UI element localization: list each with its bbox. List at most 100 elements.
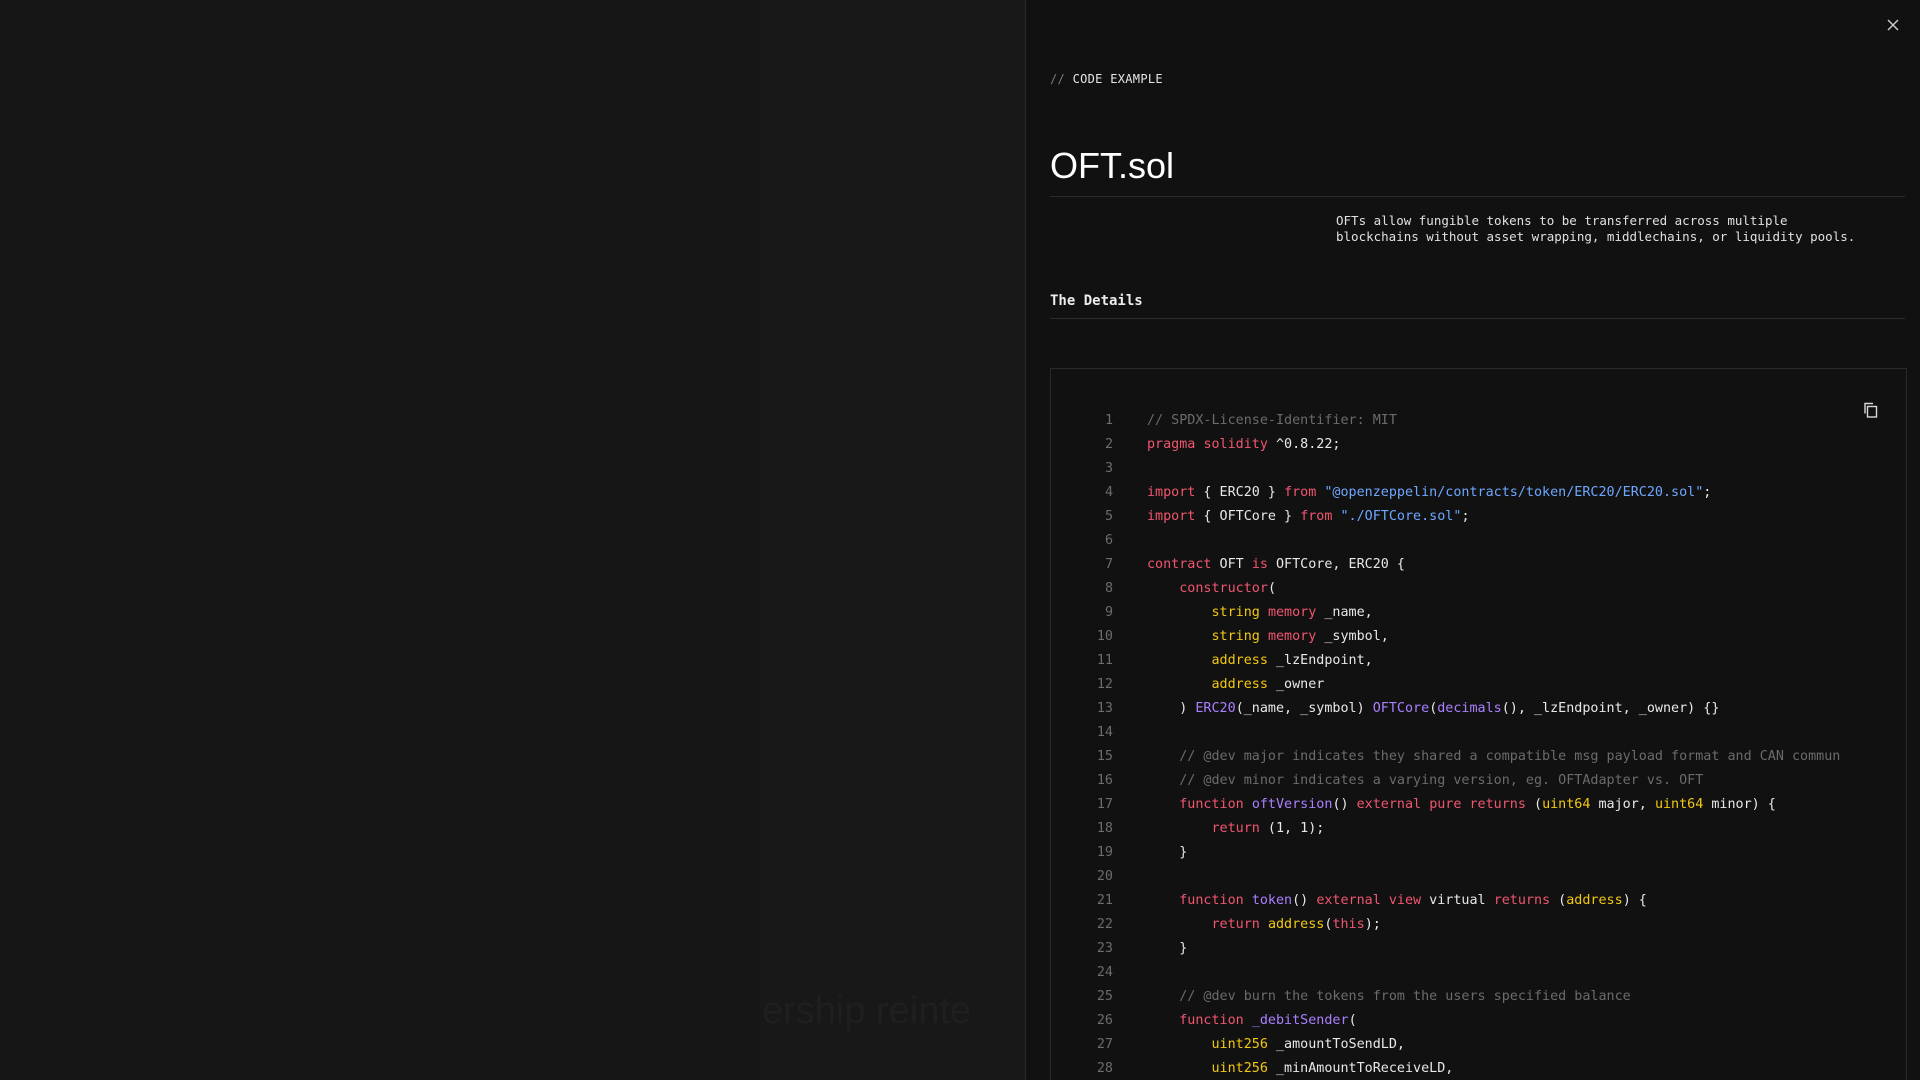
- line-source: // @dev major indicates they shared a co…: [1113, 745, 1840, 769]
- line-source: import { ERC20 } from "@openzeppelin/con…: [1113, 481, 1711, 505]
- line-number: 27: [1096, 1037, 1113, 1052]
- code-token: import: [1147, 509, 1196, 524]
- line-number: 2: [1104, 437, 1113, 452]
- line-source: string memory _symbol,: [1113, 625, 1389, 649]
- code-block[interactable]: 1 // SPDX-License-Identifier: MIT 2 pragma …: [1050, 368, 1907, 1080]
- code-token: contract: [1147, 557, 1212, 572]
- code-token: return: [1211, 917, 1260, 932]
- eyebrow-label: CODE EXAMPLE: [1072, 72, 1163, 86]
- line-number: 13: [1096, 701, 1113, 716]
- code-token: "./OFTCore.sol": [1340, 509, 1462, 524]
- code-token: (_name, _symbol): [1235, 701, 1373, 716]
- code-token: (), _lzEndpoint, _owner) {}: [1501, 701, 1720, 716]
- close-button[interactable]: [1882, 14, 1904, 36]
- line-number: 16: [1096, 773, 1113, 788]
- section-eyebrow: // CODE EXAMPLE: [1050, 72, 1163, 86]
- line-number: 8: [1104, 581, 1113, 596]
- code-token: ): [1147, 701, 1196, 716]
- code-token: memory: [1267, 605, 1317, 620]
- line-source: address _lzEndpoint,: [1113, 649, 1373, 673]
- line-source: // @dev minor indicates a varying versio…: [1113, 769, 1703, 793]
- code-token: minor) {: [1703, 797, 1776, 812]
- line-number: 24: [1096, 965, 1113, 980]
- line-source: return address(this);: [1113, 913, 1381, 937]
- line-source: import { OFTCore } from "./OFTCore.sol";: [1113, 505, 1470, 529]
- code-token: _lzEndpoint,: [1267, 653, 1373, 668]
- details-heading: The Details: [1050, 293, 1143, 309]
- line-number: 15: [1096, 749, 1113, 764]
- code-token: { OFTCore }: [1195, 509, 1301, 524]
- code-line: 13 ) ERC20(_name, _symbol) OFTCore(decim…: [1051, 697, 1891, 721]
- code-line: 17 function oftVersion() external pure r…: [1051, 793, 1891, 817]
- code-token: view: [1388, 893, 1422, 908]
- code-token: // SPDX-License-Identifier: MIT: [1147, 413, 1397, 428]
- code-token: (1, 1);: [1259, 821, 1325, 836]
- code-token: external: [1316, 893, 1381, 908]
- code-token: // @dev minor indicates a varying versio…: [1179, 773, 1704, 788]
- code-token: OFTCore: [1372, 701, 1430, 716]
- close-icon: [1887, 19, 1899, 31]
- code-line: 4 import { ERC20 } from "@openzeppelin/co…: [1051, 481, 1891, 505]
- code-token: (: [1550, 893, 1567, 908]
- code-token: constructor: [1179, 581, 1268, 596]
- code-token: function: [1179, 893, 1244, 908]
- code-line: 3: [1051, 457, 1891, 481]
- code-token: uint256: [1211, 1037, 1268, 1052]
- code-token: from: [1300, 509, 1333, 524]
- code-token: pure: [1429, 797, 1462, 812]
- code-token: ;: [1703, 485, 1712, 500]
- line-number: 4: [1104, 485, 1113, 500]
- line-number: 22: [1096, 917, 1113, 932]
- code-token: string: [1211, 605, 1260, 620]
- code-token: is: [1251, 557, 1268, 572]
- code-token: (: [1267, 581, 1276, 596]
- line-source: uint256 _amountToSendLD,: [1113, 1033, 1406, 1057]
- line-number: 23: [1096, 941, 1113, 956]
- code-token: uint64: [1542, 797, 1591, 812]
- line-source: }: [1113, 937, 1187, 961]
- code-token: uint256: [1211, 1061, 1268, 1076]
- line-number: 17: [1096, 797, 1113, 812]
- code-token: (: [1348, 1013, 1357, 1028]
- page-backdrop[interactable]: ·—·— ership reinte: [0, 0, 1025, 1080]
- page-title: OFT.sol: [1050, 145, 1175, 186]
- code-line: 18 return (1, 1);: [1051, 817, 1891, 841]
- code-token: decimals: [1437, 701, 1502, 716]
- code-line: 21 function token() external view virtua…: [1051, 889, 1891, 913]
- code-token: { ERC20 }: [1195, 485, 1285, 500]
- code-line: 16 // @dev minor indicates a varying ver…: [1051, 769, 1891, 793]
- code-token: _amountToSendLD,: [1267, 1037, 1405, 1052]
- title-divider: [1050, 196, 1905, 197]
- code-lines[interactable]: 1 // SPDX-License-Identifier: MIT 2 pragma …: [1051, 409, 1891, 1080]
- code-token: (): [1292, 893, 1317, 908]
- code-line: 22 return address(this);: [1051, 913, 1891, 937]
- code-token: ^0.8.22;: [1267, 437, 1341, 452]
- description-text: OFTs allow fungible tokens to be transfe…: [1336, 213, 1856, 244]
- line-number: 19: [1096, 845, 1113, 860]
- line-number: 6: [1104, 533, 1113, 548]
- backdrop-column: [760, 0, 1025, 1080]
- line-number: 26: [1096, 1013, 1113, 1028]
- code-token: ) {: [1622, 893, 1647, 908]
- code-token: // @dev major indicates they shared a co…: [1179, 749, 1841, 764]
- code-token: OFTCore, ERC20 {: [1267, 557, 1405, 572]
- line-source: return (1, 1);: [1113, 817, 1325, 841]
- code-example-drawer: // CODE EXAMPLE OFT.sol OFTs allow fungi…: [1025, 0, 1920, 1080]
- line-source: contract OFT is OFTCore, ERC20 {: [1113, 553, 1405, 577]
- code-line: 5 import { OFTCore } from "./OFTCore.sol"…: [1051, 505, 1891, 529]
- code-token: function: [1179, 797, 1244, 812]
- line-number: 10: [1096, 629, 1113, 644]
- line-source: string memory _name,: [1113, 601, 1373, 625]
- line-number: 21: [1096, 893, 1113, 908]
